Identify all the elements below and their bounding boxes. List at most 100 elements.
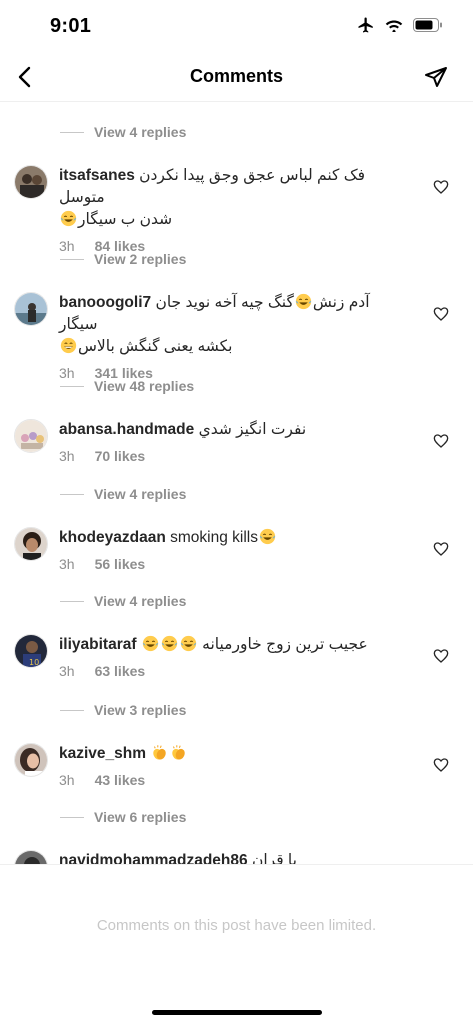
comment-likes[interactable]: 70 likes [95,448,146,464]
view-replies-button[interactable]: View 3 replies [60,700,186,720]
view-replies-button[interactable]: View 4 replies [60,122,186,142]
laugh-tears-emoji-icon [142,635,159,652]
svg-text:10: 10 [29,658,39,667]
heart-icon[interactable] [433,757,449,773]
divider [60,709,84,711]
comment-body: navidmohammadzadeh86 با قران [59,850,409,864]
laugh-tears-emoji-icon [259,528,276,545]
comment-text: khodeyazdaan smoking kills [59,527,409,549]
share-button[interactable] [423,64,449,90]
heart-icon[interactable] [433,541,449,557]
view-replies-label: View 4 replies [94,486,187,502]
laugh-tears-emoji-icon [60,210,77,227]
comment-body: iliyabitaraf عجیب ترین زوج خاورمیانه 3h … [59,634,409,679]
avatar[interactable]: 10 [14,634,48,668]
view-replies-button[interactable]: View 2 replies [60,249,186,269]
comment-line: نفرت انگیز شدي [198,421,307,438]
status-icons [357,16,443,39]
view-replies-label: View 4 replies [94,593,187,609]
clapping-hands-emoji-icon [151,744,168,761]
view-replies-button[interactable]: View 6 replies [60,807,186,827]
comment-meta: 3h 43 likes [59,772,409,788]
comment-line: گنگ چیه آخه نوید جان [155,294,294,311]
comment-username[interactable]: navidmohammadzadeh86 [59,852,248,864]
comment-username[interactable]: khodeyazdaan [59,529,166,546]
avatar[interactable] [14,165,48,199]
comment-username[interactable]: banooogoli7 [59,294,151,311]
comment-likes[interactable]: 43 likes [95,772,146,788]
battery-icon [413,18,443,37]
comments-list: View 4 replies itsafsanes فک کنم لباس عج… [0,102,473,864]
comment-username[interactable]: abansa.handmade [59,421,194,438]
view-replies-label: View 48 replies [94,378,195,394]
comment-line: عجیب ترین زوج خاورمیانه [202,636,368,653]
comments-limited-notice: Comments on this post have been limited. [96,917,377,934]
comment-line: بکشه یعنی گنگش بالاس [78,338,233,355]
laugh-tears-emoji-icon [161,635,178,652]
view-replies-label: View 3 replies [94,702,187,718]
comment-body: itsafsanes فک کنم لباس عجق وجق پیدا نکرد… [59,165,409,254]
comment-body: abansa.handmade نفرت انگیز شدي 3h 70 lik… [59,419,409,464]
divider [60,131,84,133]
chevron-left-icon [18,66,31,88]
comment-username[interactable]: iliyabitaraf [59,636,137,653]
airplane-icon [357,16,375,39]
divider [60,385,84,387]
view-replies-button[interactable]: View 48 replies [60,376,194,396]
laugh-tears-emoji-icon [295,293,312,310]
status-bar: 9:01 [0,0,473,52]
comment-text: iliyabitaraf عجیب ترین زوج خاورمیانه [59,634,409,656]
nav-bar: Comments [0,52,473,102]
view-replies-button[interactable]: View 4 replies [60,484,186,504]
avatar[interactable] [14,527,48,561]
avatar[interactable] [14,850,48,864]
comment-likes[interactable]: 56 likes [95,556,146,572]
view-replies-label: View 2 replies [94,251,187,267]
divider [60,258,84,260]
comment-time: 3h [59,448,75,464]
view-replies-label: View 4 replies [94,124,187,140]
comment-username[interactable]: itsafsanes [59,167,135,184]
comment-time: 3h [59,772,75,788]
comment-likes[interactable]: 63 likes [95,663,146,679]
avatar[interactable] [14,419,48,453]
comment-body: khodeyazdaan smoking kills 3h 56 likes [59,527,409,572]
comment-text: itsafsanes فک کنم لباس عجق وجق پیدا نکرد… [59,165,409,231]
comment-time: 3h [59,556,75,572]
avatar[interactable] [14,743,48,777]
comment-text: navidmohammadzadeh86 با قران [59,850,409,864]
clapping-hands-emoji-icon [170,744,187,761]
comment-meta: 3h 70 likes [59,448,409,464]
comment-line: شدن ب سیگار [78,211,173,228]
back-button[interactable] [12,64,36,90]
heart-icon[interactable] [433,433,449,449]
view-replies-button[interactable]: View 4 replies [60,591,186,611]
view-replies-label: View 6 replies [94,809,187,825]
status-time: 9:01 [50,15,92,37]
comment-meta: 3h 63 likes [59,663,409,679]
grin-emoji-icon [60,337,77,354]
comment-meta: 3h 56 likes [59,556,409,572]
heart-icon[interactable] [433,306,449,322]
comment-line: با قران [251,852,297,864]
comment-line: smoking kills [170,529,258,546]
laugh-tears-emoji-icon [180,635,197,652]
comment-body: banooogoli7 گنگ چیه آخه نوید جان آدم زنش … [59,292,409,381]
heart-icon[interactable] [433,179,449,195]
comment-text: kazive_shm [59,743,409,765]
wifi-icon [385,18,403,37]
comment-text: abansa.handmade نفرت انگیز شدي [59,419,409,441]
divider [60,600,84,602]
paper-plane-icon [425,67,447,87]
home-indicator[interactable] [152,1010,322,1015]
divider [60,816,84,818]
avatar[interactable] [14,292,48,326]
comment-text: banooogoli7 گنگ چیه آخه نوید جان آدم زنش … [59,292,409,358]
comment-body: kazive_shm 3h 43 likes [59,743,409,788]
comment-username[interactable]: kazive_shm [59,745,146,762]
comments-footer: Comments on this post have been limited. [0,864,473,1024]
page-title: Comments [189,66,283,86]
divider [60,493,84,495]
heart-icon[interactable] [433,648,449,664]
comment-time: 3h [59,663,75,679]
